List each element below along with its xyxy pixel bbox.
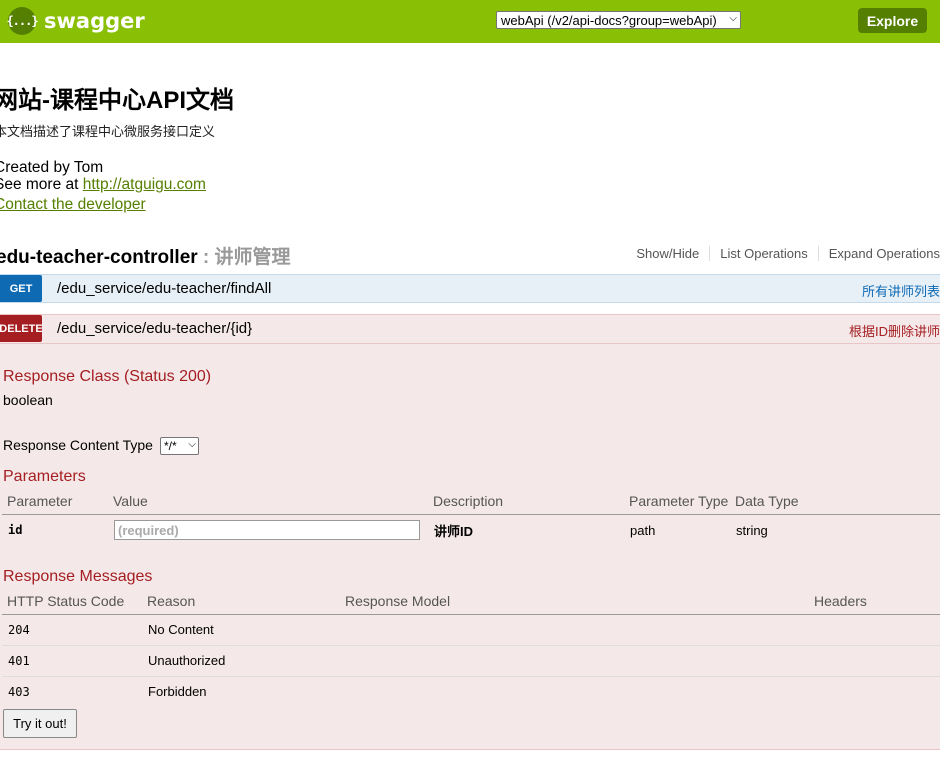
- column-header: Response Model: [340, 588, 809, 615]
- response-headers: [809, 676, 940, 707]
- column-header: Headers: [809, 588, 940, 615]
- response-model: [340, 614, 809, 646]
- status-reason: No Content: [142, 614, 340, 646]
- param-type: path: [630, 522, 656, 538]
- column-header: Value: [108, 488, 428, 515]
- top-bar: {...} swagger webApi (/v2/api-docs?group…: [0, 0, 940, 43]
- parameters-header-row: Parameter Value Description Parameter Ty…: [2, 488, 940, 515]
- chevron-down-icon: ⌵: [729, 13, 737, 24]
- column-header: Parameter: [2, 488, 108, 515]
- column-header: Parameter Type: [624, 488, 730, 515]
- operation-summary[interactable]: 所有讲师列表: [862, 281, 940, 300]
- show-hide-link[interactable]: Show/Hide: [626, 246, 711, 261]
- table-row: id (required) 讲师ID path string: [2, 514, 940, 546]
- created-by: Created by Tom: [0, 159, 104, 176]
- http-method-badge[interactable]: GET: [0, 275, 42, 302]
- table-row: 401 Unauthorized: [2, 645, 940, 677]
- column-header: Data Type: [730, 488, 940, 515]
- table-row: 403 Forbidden: [2, 676, 940, 707]
- explore-button[interactable]: Explore: [858, 8, 927, 33]
- api-selector-value: webApi (/v2/api-docs?group=webApi): [501, 12, 717, 28]
- response-class-heading: Response Class (Status 200): [3, 368, 212, 385]
- param-description: 讲师ID: [434, 523, 474, 539]
- controller-ops: Show/Hide List Operations Expand Operati…: [626, 246, 940, 261]
- response-class-value: boolean: [3, 392, 53, 408]
- page-title: 网站-课程中心API文档: [0, 87, 234, 114]
- swagger-logo[interactable]: {...} swagger: [6, 6, 145, 36]
- parameters-heading: Parameters: [3, 468, 86, 485]
- operation-summary[interactable]: 根据ID删除讲师: [849, 321, 940, 340]
- controller-separator: :: [197, 247, 215, 268]
- status-reason: Forbidden: [148, 684, 207, 700]
- response-headers: [809, 645, 940, 677]
- response-model: [340, 645, 809, 677]
- see-more: See more at http://atguigu.com: [0, 176, 206, 193]
- api-description: 本文档描述了课程中心微服务接口定义: [0, 124, 216, 139]
- controller-description: 讲师管理: [214, 247, 291, 268]
- operation-delete-by-id[interactable]: DELETE /edu_service/edu-teacher/{id} 根据I…: [0, 314, 940, 344]
- operation-get-findall[interactable]: GET /edu_service/edu-teacher/findAll 所有讲…: [0, 274, 940, 303]
- response-messages-heading: Response Messages: [3, 568, 153, 585]
- swagger-icon: {...}: [6, 7, 39, 35]
- param-value-cell: (required): [108, 514, 428, 546]
- response-headers: [809, 614, 940, 646]
- status-code: 204: [2, 614, 142, 646]
- http-method-badge[interactable]: DELETE: [0, 315, 43, 342]
- response-messages-table: HTTP Status Code Reason Response Model H…: [2, 588, 940, 707]
- param-data-type: string: [736, 522, 768, 538]
- contact-developer-link[interactable]: Contact the developer: [0, 196, 146, 214]
- parameters-table: Parameter Value Description Parameter Ty…: [2, 488, 940, 546]
- response-model: [340, 676, 809, 707]
- table-row: 204 No Content: [2, 614, 940, 646]
- controller-heading[interactable]: edu-teacher-controller : 讲师管理: [0, 242, 291, 269]
- status-code: 403: [8, 684, 30, 699]
- response-content-type-label: Response Content Type: [3, 437, 153, 453]
- logo-text: swagger: [44, 9, 145, 33]
- expand-operations-link[interactable]: Expand Operations: [819, 246, 940, 261]
- content-type-value: */*: [164, 439, 177, 453]
- try-it-out-button[interactable]: Try it out!: [3, 709, 77, 738]
- see-more-label: See more at: [0, 176, 83, 193]
- status-reason: Unauthorized: [142, 645, 340, 677]
- api-selector[interactable]: webApi (/v2/api-docs?group=webApi) ⌵: [496, 11, 741, 29]
- list-operations-link[interactable]: List Operations: [710, 246, 819, 261]
- chevron-down-icon: ⌵: [188, 439, 196, 450]
- response-content-type-select[interactable]: */* ⌵: [160, 437, 199, 455]
- column-header: Reason: [142, 588, 340, 615]
- column-header: HTTP Status Code: [2, 588, 142, 615]
- column-header: Description: [428, 488, 624, 515]
- response-header-row: HTTP Status Code Reason Response Model H…: [2, 588, 940, 615]
- created-info: Created by Tom See more at http://atguig…: [0, 159, 206, 193]
- param-name: id: [8, 523, 23, 538]
- operation-path[interactable]: /edu_service/edu-teacher/{id}: [57, 320, 252, 337]
- controller-name[interactable]: edu-teacher-controller: [0, 247, 198, 268]
- see-more-link[interactable]: http://atguigu.com: [83, 176, 206, 193]
- id-input[interactable]: (required): [114, 520, 420, 541]
- status-code: 401: [2, 645, 142, 677]
- operation-path[interactable]: /edu_service/edu-teacher/findAll: [57, 280, 271, 297]
